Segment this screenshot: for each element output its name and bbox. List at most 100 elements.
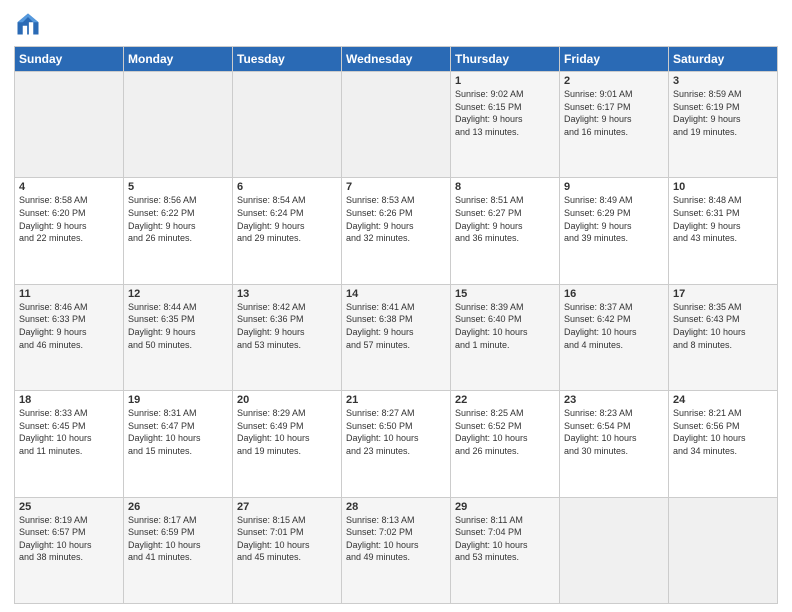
calendar-cell: 4Sunrise: 8:58 AMSunset: 6:20 PMDaylight…	[15, 178, 124, 284]
calendar-cell: 12Sunrise: 8:44 AMSunset: 6:35 PMDayligh…	[124, 284, 233, 390]
calendar-cell: 9Sunrise: 8:49 AMSunset: 6:29 PMDaylight…	[560, 178, 669, 284]
day-number: 14	[346, 288, 446, 300]
day-number: 16	[564, 288, 664, 300]
day-number: 2	[564, 75, 664, 87]
calendar-cell: 1Sunrise: 9:02 AMSunset: 6:15 PMDaylight…	[451, 72, 560, 178]
day-number: 29	[455, 501, 555, 513]
day-number: 23	[564, 394, 664, 406]
week-row-3: 18Sunrise: 8:33 AMSunset: 6:45 PMDayligh…	[15, 391, 778, 497]
calendar-cell: 5Sunrise: 8:56 AMSunset: 6:22 PMDaylight…	[124, 178, 233, 284]
calendar-cell: 22Sunrise: 8:25 AMSunset: 6:52 PMDayligh…	[451, 391, 560, 497]
day-number: 5	[128, 181, 228, 193]
day-number: 19	[128, 394, 228, 406]
calendar-cell: 13Sunrise: 8:42 AMSunset: 6:36 PMDayligh…	[233, 284, 342, 390]
week-row-0: 1Sunrise: 9:02 AMSunset: 6:15 PMDaylight…	[15, 72, 778, 178]
day-number: 24	[673, 394, 773, 406]
calendar-cell	[124, 72, 233, 178]
day-number: 21	[346, 394, 446, 406]
day-info: Sunrise: 8:17 AMSunset: 6:59 PMDaylight:…	[128, 514, 228, 564]
logo-icon	[14, 10, 42, 38]
calendar-cell	[669, 497, 778, 603]
calendar-cell: 26Sunrise: 8:17 AMSunset: 6:59 PMDayligh…	[124, 497, 233, 603]
week-row-1: 4Sunrise: 8:58 AMSunset: 6:20 PMDaylight…	[15, 178, 778, 284]
day-info: Sunrise: 8:59 AMSunset: 6:19 PMDaylight:…	[673, 88, 773, 138]
day-info: Sunrise: 8:49 AMSunset: 6:29 PMDaylight:…	[564, 194, 664, 244]
calendar-cell: 14Sunrise: 8:41 AMSunset: 6:38 PMDayligh…	[342, 284, 451, 390]
day-info: Sunrise: 8:44 AMSunset: 6:35 PMDaylight:…	[128, 301, 228, 351]
calendar-cell: 8Sunrise: 8:51 AMSunset: 6:27 PMDaylight…	[451, 178, 560, 284]
calendar-cell: 21Sunrise: 8:27 AMSunset: 6:50 PMDayligh…	[342, 391, 451, 497]
day-info: Sunrise: 8:25 AMSunset: 6:52 PMDaylight:…	[455, 407, 555, 457]
calendar-cell: 20Sunrise: 8:29 AMSunset: 6:49 PMDayligh…	[233, 391, 342, 497]
col-header-tuesday: Tuesday	[233, 47, 342, 72]
day-number: 12	[128, 288, 228, 300]
day-number: 7	[346, 181, 446, 193]
day-info: Sunrise: 8:13 AMSunset: 7:02 PMDaylight:…	[346, 514, 446, 564]
day-number: 17	[673, 288, 773, 300]
day-info: Sunrise: 8:23 AMSunset: 6:54 PMDaylight:…	[564, 407, 664, 457]
day-number: 4	[19, 181, 119, 193]
day-info: Sunrise: 8:51 AMSunset: 6:27 PMDaylight:…	[455, 194, 555, 244]
col-header-wednesday: Wednesday	[342, 47, 451, 72]
calendar-cell: 11Sunrise: 8:46 AMSunset: 6:33 PMDayligh…	[15, 284, 124, 390]
day-info: Sunrise: 8:54 AMSunset: 6:24 PMDaylight:…	[237, 194, 337, 244]
day-number: 20	[237, 394, 337, 406]
day-info: Sunrise: 8:31 AMSunset: 6:47 PMDaylight:…	[128, 407, 228, 457]
calendar-cell: 18Sunrise: 8:33 AMSunset: 6:45 PMDayligh…	[15, 391, 124, 497]
day-number: 10	[673, 181, 773, 193]
day-number: 6	[237, 181, 337, 193]
day-info: Sunrise: 8:19 AMSunset: 6:57 PMDaylight:…	[19, 514, 119, 564]
day-info: Sunrise: 8:11 AMSunset: 7:04 PMDaylight:…	[455, 514, 555, 564]
day-number: 11	[19, 288, 119, 300]
col-header-monday: Monday	[124, 47, 233, 72]
calendar-cell: 29Sunrise: 8:11 AMSunset: 7:04 PMDayligh…	[451, 497, 560, 603]
day-number: 9	[564, 181, 664, 193]
day-info: Sunrise: 8:42 AMSunset: 6:36 PMDaylight:…	[237, 301, 337, 351]
day-info: Sunrise: 8:41 AMSunset: 6:38 PMDaylight:…	[346, 301, 446, 351]
calendar-table: SundayMondayTuesdayWednesdayThursdayFrid…	[14, 46, 778, 604]
calendar-cell: 27Sunrise: 8:15 AMSunset: 7:01 PMDayligh…	[233, 497, 342, 603]
day-number: 27	[237, 501, 337, 513]
calendar-cell: 24Sunrise: 8:21 AMSunset: 6:56 PMDayligh…	[669, 391, 778, 497]
day-info: Sunrise: 8:58 AMSunset: 6:20 PMDaylight:…	[19, 194, 119, 244]
calendar-cell: 25Sunrise: 8:19 AMSunset: 6:57 PMDayligh…	[15, 497, 124, 603]
page: SundayMondayTuesdayWednesdayThursdayFrid…	[0, 0, 792, 612]
calendar-cell: 28Sunrise: 8:13 AMSunset: 7:02 PMDayligh…	[342, 497, 451, 603]
logo	[14, 10, 46, 38]
header	[14, 10, 778, 38]
day-number: 28	[346, 501, 446, 513]
calendar-cell: 15Sunrise: 8:39 AMSunset: 6:40 PMDayligh…	[451, 284, 560, 390]
day-number: 3	[673, 75, 773, 87]
day-info: Sunrise: 9:01 AMSunset: 6:17 PMDaylight:…	[564, 88, 664, 138]
calendar-cell: 16Sunrise: 8:37 AMSunset: 6:42 PMDayligh…	[560, 284, 669, 390]
calendar-cell	[342, 72, 451, 178]
day-info: Sunrise: 8:27 AMSunset: 6:50 PMDaylight:…	[346, 407, 446, 457]
calendar-cell: 2Sunrise: 9:01 AMSunset: 6:17 PMDaylight…	[560, 72, 669, 178]
col-header-saturday: Saturday	[669, 47, 778, 72]
day-number: 15	[455, 288, 555, 300]
day-info: Sunrise: 8:35 AMSunset: 6:43 PMDaylight:…	[673, 301, 773, 351]
calendar-cell: 6Sunrise: 8:54 AMSunset: 6:24 PMDaylight…	[233, 178, 342, 284]
header-row: SundayMondayTuesdayWednesdayThursdayFrid…	[15, 47, 778, 72]
week-row-2: 11Sunrise: 8:46 AMSunset: 6:33 PMDayligh…	[15, 284, 778, 390]
calendar-cell	[233, 72, 342, 178]
calendar-cell: 7Sunrise: 8:53 AMSunset: 6:26 PMDaylight…	[342, 178, 451, 284]
day-number: 1	[455, 75, 555, 87]
day-number: 18	[19, 394, 119, 406]
calendar-cell: 23Sunrise: 8:23 AMSunset: 6:54 PMDayligh…	[560, 391, 669, 497]
col-header-sunday: Sunday	[15, 47, 124, 72]
day-info: Sunrise: 8:46 AMSunset: 6:33 PMDaylight:…	[19, 301, 119, 351]
day-info: Sunrise: 9:02 AMSunset: 6:15 PMDaylight:…	[455, 88, 555, 138]
week-row-4: 25Sunrise: 8:19 AMSunset: 6:57 PMDayligh…	[15, 497, 778, 603]
col-header-thursday: Thursday	[451, 47, 560, 72]
calendar-cell: 17Sunrise: 8:35 AMSunset: 6:43 PMDayligh…	[669, 284, 778, 390]
day-info: Sunrise: 8:21 AMSunset: 6:56 PMDaylight:…	[673, 407, 773, 457]
day-info: Sunrise: 8:15 AMSunset: 7:01 PMDaylight:…	[237, 514, 337, 564]
calendar-cell	[560, 497, 669, 603]
day-info: Sunrise: 8:29 AMSunset: 6:49 PMDaylight:…	[237, 407, 337, 457]
day-info: Sunrise: 8:48 AMSunset: 6:31 PMDaylight:…	[673, 194, 773, 244]
calendar-cell: 10Sunrise: 8:48 AMSunset: 6:31 PMDayligh…	[669, 178, 778, 284]
calendar-cell	[15, 72, 124, 178]
col-header-friday: Friday	[560, 47, 669, 72]
day-info: Sunrise: 8:53 AMSunset: 6:26 PMDaylight:…	[346, 194, 446, 244]
